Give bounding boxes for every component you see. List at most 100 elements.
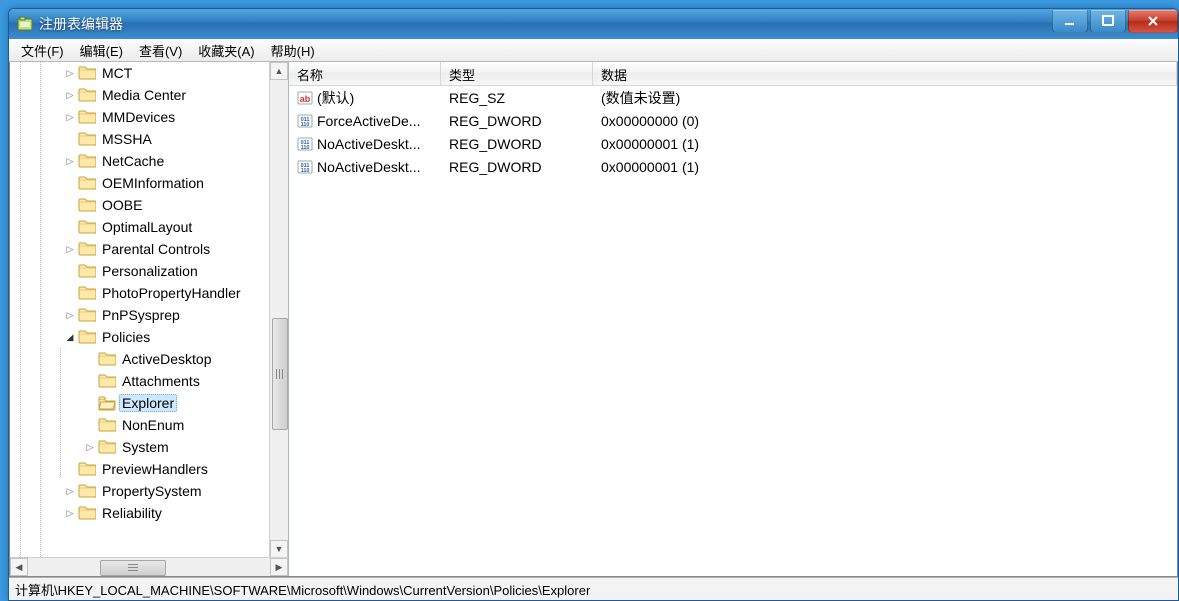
menu-help[interactable]: 帮助(H) — [263, 39, 323, 62]
tree-panel: ▷ MCT ▷Media Center▷MMDevicesMSSHA ▷ NetCach… — [10, 62, 289, 576]
tree-item[interactable]: ▷MMDevices — [10, 106, 288, 128]
folder-open-icon — [98, 395, 116, 411]
expand-icon[interactable]: ▷ — [82, 439, 98, 455]
list-header[interactable]: 名称 类型 数据 — [289, 62, 1177, 86]
scroll-left-arrow-icon[interactable]: ◀ — [10, 558, 28, 576]
folder-icon — [98, 351, 116, 367]
tree-item-label: MCT — [99, 64, 135, 82]
tree-item-label: Explorer — [119, 394, 177, 412]
menu-edit[interactable]: 编辑(E) — [72, 39, 131, 62]
list-row[interactable]: 011110NoActiveDeskt...REG_DWORD0x0000000… — [289, 132, 1177, 155]
tree-item[interactable]: Personalization — [10, 260, 288, 282]
tree-item-label: PreviewHandlers — [99, 460, 211, 478]
tree-item[interactable]: ▷ PnPSysprep — [10, 304, 288, 326]
svg-text:ab: ab — [300, 94, 311, 104]
expand-icon[interactable]: ▷ — [62, 109, 78, 125]
tree-spacer — [62, 219, 78, 235]
tree-item[interactable]: ActiveDesktop — [10, 348, 288, 370]
scroll-down-arrow-icon[interactable]: ▼ — [270, 540, 288, 558]
tree-item[interactable]: PhotoPropertyHandler — [10, 282, 288, 304]
tree-item[interactable]: OptimalLayout — [10, 216, 288, 238]
scroll-thumb[interactable] — [100, 560, 166, 576]
tree-item[interactable]: MSSHA — [10, 128, 288, 150]
statusbar-path: 计算机\HKEY_LOCAL_MACHINE\SOFTWARE\Microsof… — [15, 580, 590, 599]
tree-item[interactable]: ▷ NetCache — [10, 150, 288, 172]
tree-item[interactable]: ▷PropertySystem — [10, 480, 288, 502]
scroll-up-arrow-icon[interactable]: ▲ — [270, 62, 288, 80]
list-row[interactable]: ab(默认)REG_SZ(数值未设置) — [289, 86, 1177, 109]
maximize-button[interactable] — [1090, 10, 1126, 33]
tree-spacer — [62, 461, 78, 477]
tree-item[interactable]: OEMInformation — [10, 172, 288, 194]
tree-spacer — [62, 285, 78, 301]
menu-favorites[interactable]: 收藏夹(A) — [190, 39, 262, 62]
expand-icon[interactable]: ▷ — [62, 483, 78, 499]
folder-icon — [98, 417, 116, 433]
registry-tree[interactable]: ▷ MCT ▷Media Center▷MMDevicesMSSHA ▷ NetCach… — [10, 62, 288, 557]
menu-view[interactable]: 查看(V) — [131, 39, 190, 62]
menu-file[interactable]: 文件(F) — [13, 39, 72, 62]
list-row[interactable]: 011110NoActiveDeskt...REG_DWORD0x0000000… — [289, 155, 1177, 178]
scroll-right-arrow-icon[interactable]: ▶ — [270, 558, 288, 576]
expand-icon[interactable]: ▷ — [62, 505, 78, 521]
tree-item[interactable]: NonEnum — [10, 414, 288, 436]
folder-icon — [78, 109, 96, 125]
regedit-window: 注册表编辑器 文件(F) 编辑(E) 查看(V) 收藏夹(A) 帮助(H) ▷M… — [8, 8, 1179, 601]
close-button[interactable] — [1128, 10, 1178, 33]
svg-text:110: 110 — [301, 145, 310, 151]
tree-item[interactable]: Explorer — [10, 392, 288, 414]
tree-item[interactable]: Attachments — [10, 370, 288, 392]
reg-binary-icon: 011110 — [297, 113, 313, 129]
app-icon — [17, 16, 33, 32]
column-header-type[interactable]: 类型 — [441, 62, 593, 85]
folder-icon — [78, 131, 96, 147]
tree-item-label: Personalization — [99, 262, 201, 280]
tree-item[interactable]: OOBE — [10, 194, 288, 216]
value-name: ForceActiveDe... — [317, 113, 420, 129]
column-header-name[interactable]: 名称 — [289, 62, 441, 85]
expand-icon[interactable]: ▷ — [62, 307, 78, 323]
tree-item[interactable]: ▷System — [10, 436, 288, 458]
svg-text:110: 110 — [301, 168, 310, 174]
menubar: 文件(F) 编辑(E) 查看(V) 收藏夹(A) 帮助(H) — [9, 39, 1178, 62]
reg-string-icon: ab — [297, 90, 313, 106]
value-name: NoActiveDeskt... — [317, 136, 420, 152]
tree-vertical-scrollbar[interactable]: ▲ ▼ — [269, 62, 288, 558]
expand-icon[interactable]: ▷ — [62, 65, 78, 81]
tree-item[interactable]: ▷Media Center — [10, 84, 288, 106]
titlebar[interactable]: 注册表编辑器 — [9, 9, 1178, 39]
tree-item[interactable]: ▷ Reliability — [10, 502, 288, 524]
tree-item[interactable]: PreviewHandlers — [10, 458, 288, 480]
tree-spacer — [82, 351, 98, 367]
value-type: REG_SZ — [441, 89, 593, 107]
tree-item-label: NetCache — [99, 152, 167, 170]
list-body[interactable]: ab(默认)REG_SZ(数值未设置)011110ForceActiveDe..… — [289, 86, 1177, 576]
expand-icon[interactable]: ▷ — [62, 87, 78, 103]
folder-icon — [78, 483, 96, 499]
expand-icon[interactable]: ▷ — [62, 153, 78, 169]
window-title: 注册表编辑器 — [39, 14, 1050, 34]
tree-item-label: OOBE — [99, 196, 145, 214]
expand-icon[interactable]: ▷ — [62, 241, 78, 257]
column-header-data[interactable]: 数据 — [593, 62, 1177, 85]
folder-icon — [98, 373, 116, 389]
folder-icon — [78, 307, 96, 323]
scroll-thumb[interactable] — [272, 318, 288, 430]
minimize-button[interactable] — [1052, 10, 1088, 33]
tree-item[interactable]: ▷Parental Controls — [10, 238, 288, 260]
folder-icon — [78, 285, 96, 301]
folder-icon — [78, 197, 96, 213]
folder-icon — [78, 65, 96, 81]
tree-horizontal-scrollbar[interactable]: ◀ ▶ — [10, 557, 288, 576]
tree-item-label: Reliability — [99, 504, 165, 522]
value-data: 0x00000001 (1) — [593, 135, 1177, 153]
collapse-icon[interactable]: ◢ — [62, 329, 78, 345]
folder-icon — [78, 219, 96, 235]
tree-item[interactable]: ◢Policies — [10, 326, 288, 348]
tree-item-label: PnPSysprep — [99, 306, 183, 324]
folder-icon — [78, 329, 96, 345]
tree-item[interactable]: ▷ MCT — [10, 62, 288, 84]
folder-icon — [78, 505, 96, 521]
list-row[interactable]: 011110ForceActiveDe...REG_DWORD0x0000000… — [289, 109, 1177, 132]
reg-binary-icon: 011110 — [297, 136, 313, 152]
